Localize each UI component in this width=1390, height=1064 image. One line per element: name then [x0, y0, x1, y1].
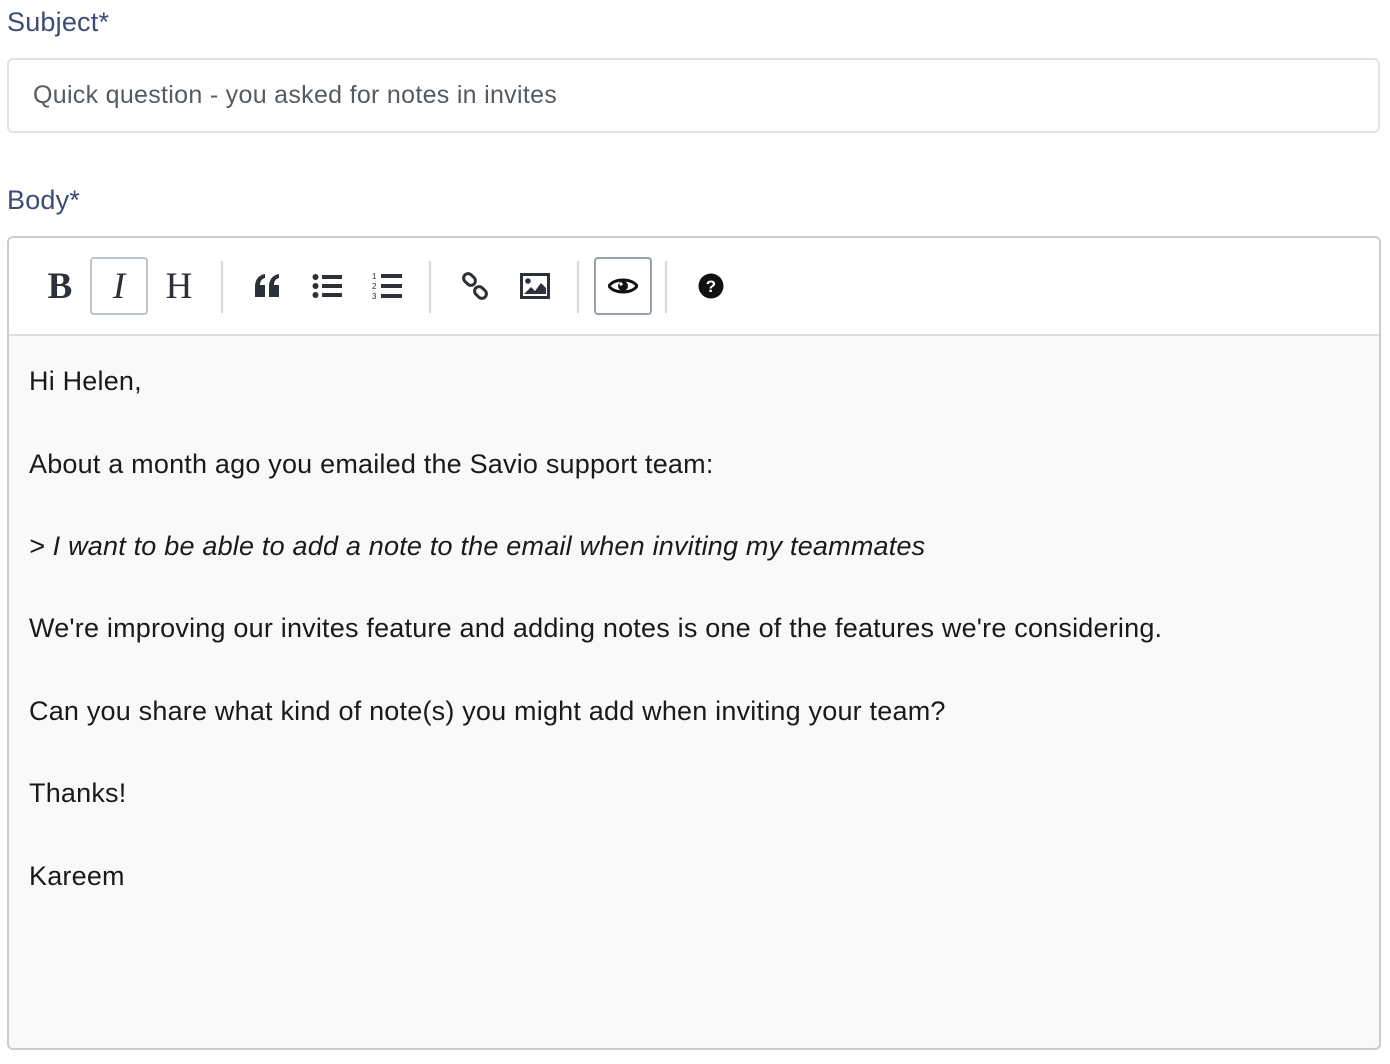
- body-label: Body*: [7, 185, 81, 215]
- toolbar-separator: [429, 261, 431, 313]
- italic-icon: I: [112, 265, 126, 307]
- body-line-thanks: Thanks!: [29, 778, 127, 808]
- ordered-list-button[interactable]: 1 2 3: [358, 257, 416, 315]
- help-icon: ?: [698, 273, 724, 299]
- bold-button[interactable]: B: [31, 257, 89, 315]
- editor-toolbar: B I H 1 2 3 ?: [9, 238, 1379, 336]
- unordered-list-button[interactable]: [298, 257, 356, 315]
- toolbar-separator: [221, 261, 223, 313]
- body-editor[interactable]: B I H 1 2 3 ? Hi Helen, About a month ag…: [7, 236, 1381, 1050]
- heading-icon: H: [165, 265, 193, 307]
- toolbar-separator: [665, 261, 667, 313]
- body-line-quote: > I want to be able to add a note to the…: [29, 531, 926, 561]
- help-button[interactable]: ?: [682, 257, 740, 315]
- body-line-context: We're improving our invites feature and …: [29, 613, 1163, 643]
- subject-label: Subject*: [7, 7, 110, 37]
- svg-text:3: 3: [372, 292, 377, 301]
- preview-button[interactable]: [594, 257, 652, 315]
- svg-text:?: ?: [706, 277, 716, 296]
- italic-button[interactable]: I: [90, 257, 148, 315]
- bold-icon: B: [47, 265, 73, 307]
- heading-button[interactable]: H: [150, 257, 208, 315]
- preview-eye-icon: [608, 278, 638, 294]
- image-icon: [520, 273, 550, 299]
- svg-text:1: 1: [372, 272, 377, 281]
- link-button[interactable]: [446, 257, 504, 315]
- toolbar-separator: [577, 261, 579, 313]
- ordered-list-icon: 1 2 3: [372, 272, 402, 301]
- image-button[interactable]: [506, 257, 564, 315]
- body-line-greeting: Hi Helen,: [29, 366, 142, 396]
- subject-input[interactable]: [7, 58, 1380, 133]
- body-line-intro: About a month ago you emailed the Savio …: [29, 449, 714, 479]
- quote-icon: [255, 274, 279, 297]
- link-icon: [462, 272, 488, 300]
- svg-text:2: 2: [372, 282, 377, 291]
- body-line-signature: Kareem: [29, 861, 125, 891]
- body-line-question: Can you share what kind of note(s) you m…: [29, 696, 946, 726]
- unordered-list-icon: [312, 274, 342, 298]
- quote-button[interactable]: [238, 257, 296, 315]
